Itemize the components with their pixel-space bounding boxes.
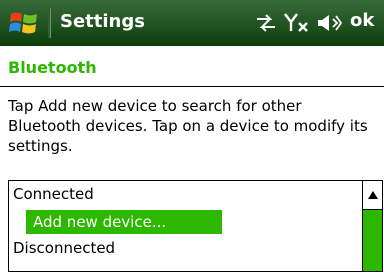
connectivity-icon[interactable] — [254, 12, 278, 34]
page-header: Bluetooth — [0, 58, 384, 82]
scrollbar[interactable] — [362, 181, 382, 271]
scroll-up-arrow-icon — [368, 191, 378, 199]
group-header-connected: Connected — [13, 185, 94, 203]
app-title: Settings — [60, 11, 145, 32]
scroll-up-button[interactable] — [363, 181, 382, 210]
device-list[interactable]: Connected Add new device... Disconnected — [8, 180, 383, 272]
instructions-text: Tap Add new device to search for other B… — [8, 97, 368, 155]
title-separator — [48, 8, 50, 38]
windows-start-icon[interactable] — [8, 8, 40, 38]
page-title: Bluetooth — [8, 58, 97, 77]
group-header-disconnected: Disconnected — [13, 239, 116, 257]
signal-off-icon[interactable] — [284, 12, 310, 34]
title-bar: Settings ok — [0, 0, 384, 46]
speaker-icon[interactable] — [316, 12, 343, 34]
add-new-device-item[interactable]: Add new device... — [26, 210, 222, 234]
header-divider — [0, 86, 384, 87]
ok-button[interactable]: ok — [350, 10, 374, 31]
